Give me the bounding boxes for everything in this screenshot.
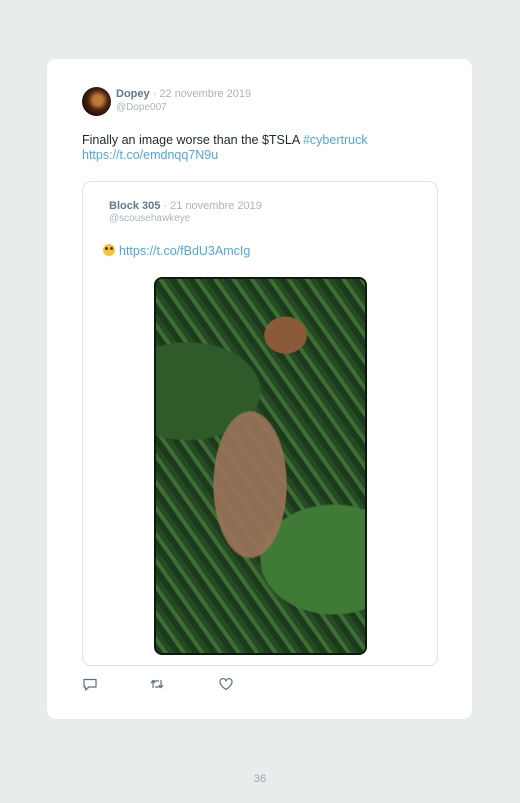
author-avatar[interactable]: [82, 87, 111, 116]
quoted-author-line: Block 305 · 21 novembre 2019: [109, 200, 262, 212]
heart-icon[interactable]: [218, 676, 234, 692]
author-name[interactable]: Dopey: [116, 88, 150, 100]
hashtag-link[interactable]: #cybertruck: [303, 133, 368, 147]
retweet-icon[interactable]: [149, 676, 165, 692]
tweet-card: Dopey · 22 novembre 2019 @Dope007 Finall…: [47, 59, 472, 719]
quoted-tweet-text: https://t.co/fBdU3AmcIg: [103, 244, 250, 258]
quoted-tweet-photo[interactable]: [154, 277, 367, 655]
tweet-link[interactable]: https://t.co/emdnqq7N9u: [82, 148, 218, 162]
tweet-actions: [82, 676, 282, 692]
tweet-text-body: Finally an image worse than the $TSLA: [82, 133, 303, 147]
reply-icon[interactable]: [82, 676, 98, 692]
quoted-author-handle[interactable]: @scousehawkeye: [109, 213, 190, 224]
flushed-face-icon: [103, 244, 115, 256]
author-line: Dopey · 22 novembre 2019: [116, 88, 251, 100]
author-handle[interactable]: @Dope007: [116, 102, 167, 113]
quoted-tweet[interactable]: Block 305 · 21 novembre 2019 @scousehawk…: [82, 181, 438, 666]
quoted-author-name[interactable]: Block 305: [109, 200, 160, 212]
quoted-tweet-date[interactable]: · 21 novembre 2019: [160, 200, 261, 212]
tweet-date[interactable]: · 22 novembre 2019: [150, 88, 251, 100]
quoted-tweet-link[interactable]: https://t.co/fBdU3AmcIg: [119, 244, 250, 258]
tweet-text: Finally an image worse than the $TSLA #c…: [82, 133, 442, 163]
page-number: 36: [253, 773, 267, 785]
